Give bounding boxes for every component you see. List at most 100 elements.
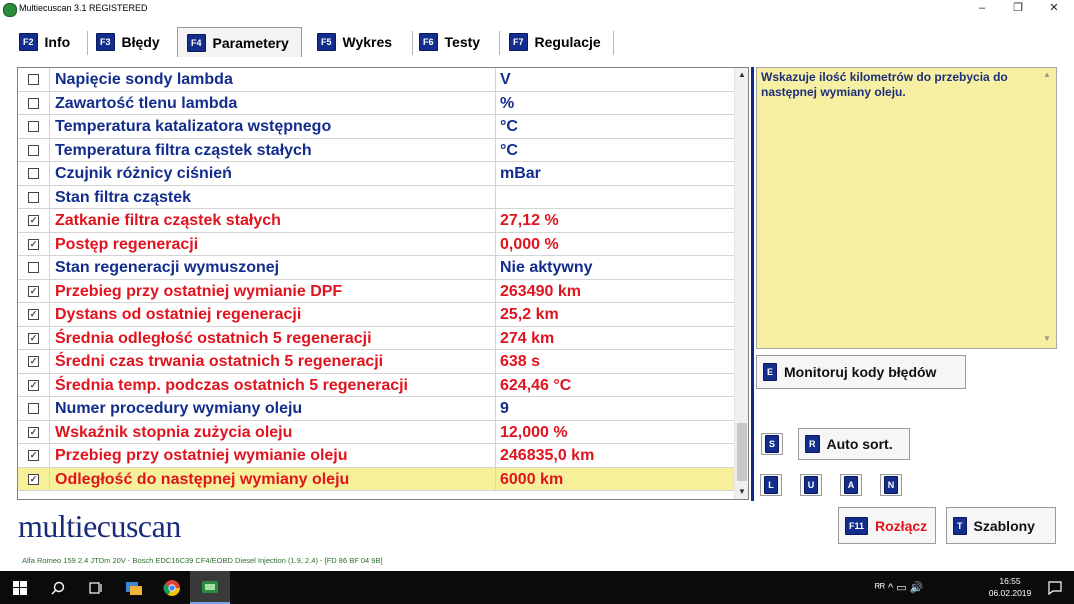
table-row[interactable]: ✓ Średnia temp. podczas ostatnich 5 regen…: [18, 373, 734, 397]
tab-parameters[interactable]: F4 Parametery: [177, 27, 302, 57]
tab-chart[interactable]: F5 Wykres: [312, 27, 412, 57]
search-icon[interactable]: [38, 571, 78, 604]
task-view-icon[interactable]: [76, 571, 116, 604]
key-badge: F11: [845, 516, 869, 535]
scroll-up-icon[interactable]: ▲: [735, 68, 748, 82]
multiecuscan-taskbar-icon[interactable]: [190, 571, 230, 604]
templates-button[interactable]: T Szablony: [946, 507, 1056, 544]
checkbox-checked-icon[interactable]: ✓: [28, 356, 39, 367]
table-row[interactable]: Stan regeneracji wymuszonej Nie aktywny: [18, 256, 734, 280]
panel-divider[interactable]: [751, 67, 754, 501]
maximize-button[interactable]: ❐: [1000, 0, 1036, 18]
table-row[interactable]: ✓ Odległość do następnej wymiany oleju 600…: [18, 467, 734, 491]
column-divider: [495, 68, 496, 91]
checkbox-icon[interactable]: [28, 144, 39, 156]
table-row[interactable]: Temperatura filtra cząstek stałych °C: [18, 138, 734, 162]
checkbox-cell: ✓: [18, 420, 50, 444]
key-u-button[interactable]: U: [800, 474, 822, 496]
checkbox-checked-icon[interactable]: ✓: [28, 285, 39, 297]
scroll-up-icon[interactable]: ▲: [1043, 70, 1051, 79]
table-row[interactable]: Numer procedury wymiany oleju 9: [18, 397, 734, 421]
checkbox-checked-icon[interactable]: ✓: [28, 309, 39, 320]
checkbox-cell: ✓: [18, 209, 50, 232]
column-divider: [495, 397, 496, 420]
table-row[interactable]: Temperatura katalizatora wstępnego °C: [18, 115, 734, 139]
checkbox-cell: [18, 138, 50, 162]
checkbox-icon[interactable]: [28, 191, 39, 203]
column-divider: [495, 232, 496, 256]
table-row[interactable]: Czujnik różnicy ciśnień mBar: [18, 162, 734, 186]
checkbox-checked-icon[interactable]: ✓: [28, 450, 39, 461]
checkbox-icon[interactable]: [28, 97, 39, 109]
checkbox-icon[interactable]: [28, 74, 39, 85]
checkbox-cell: [18, 115, 50, 138]
table-row[interactable]: ✓ Przebieg przy ostatniej wymianie oleju 2…: [18, 444, 734, 468]
checkbox-cell: ✓: [18, 326, 50, 350]
tab-divider: [412, 31, 413, 55]
key-a-button[interactable]: A: [840, 474, 862, 496]
checkbox-checked-icon[interactable]: ✓: [28, 238, 39, 250]
key-badge: N: [883, 476, 899, 494]
taskbar: ᴿᴿ ^ ▭ 🔊 16:55 06.02.2019: [0, 571, 1074, 604]
parameter-name: Numer procedury wymiany oleju: [55, 400, 303, 417]
tab-adjustments[interactable]: F7 Regulacje: [503, 27, 613, 57]
parameter-name: Dystans od ostatniej regeneracji: [55, 306, 302, 323]
checkbox-checked-icon[interactable]: ✓: [28, 473, 39, 485]
parameter-name: Czujnik różnicy ciśnień: [55, 165, 232, 182]
windows-start-icon[interactable]: [0, 571, 40, 604]
table-row[interactable]: ✓ Wskaźnik stopnia zużycia oleju 12,000 %: [18, 420, 734, 444]
table-row[interactable]: Zawartość tlenu lambda%: [18, 91, 734, 115]
table-row[interactable]: ✓ Przebieg przy ostatniej wymianie DPF 263…: [18, 279, 734, 303]
table-row[interactable]: ✓ Średni czas trwania ostatnich 5 regener…: [18, 350, 734, 374]
checkbox-checked-icon[interactable]: ✓: [28, 426, 39, 438]
chrome-icon[interactable]: [152, 571, 192, 604]
tab-divider: [499, 31, 500, 55]
checkbox-icon[interactable]: [28, 121, 39, 132]
sort-key-button[interactable]: S: [761, 433, 783, 455]
system-tray[interactable]: ᴿᴿ ^ ▭ 🔊: [875, 571, 923, 604]
table-row[interactable]: ✓ Średnia odległość ostatnich 5 regenerac…: [18, 326, 734, 350]
parameter-value: 6000 km: [500, 470, 564, 488]
checkbox-checked-icon[interactable]: ✓: [28, 332, 39, 344]
checkbox-checked-icon[interactable]: ✓: [28, 215, 39, 226]
table-row[interactable]: ✓ Zatkanie filtra cząstek stałych 27,12 %: [18, 209, 734, 233]
parameter-name: Stan filtra cząstek: [55, 188, 192, 206]
key-badge: F4: [187, 33, 206, 52]
parameter-name: Postęp regeneracji: [55, 235, 199, 253]
tab-info[interactable]: F2 Info: [11, 27, 79, 57]
minimize-button[interactable]: –: [964, 0, 1000, 18]
tab-errors[interactable]: F3 Błędy: [91, 27, 175, 57]
checkbox-icon[interactable]: [28, 403, 39, 414]
key-badge: F5: [317, 33, 336, 51]
disconnect-button[interactable]: F11 Rozłącz: [838, 507, 936, 544]
parameter-value: 638 s: [500, 353, 541, 370]
table-row[interactable]: Napięcie sondy lambda V: [18, 68, 734, 92]
column-divider: [495, 444, 496, 467]
checkbox-icon[interactable]: [28, 262, 39, 273]
table-row[interactable]: ✓ Dystans od ostatniej regeneracji 25,2 km: [18, 303, 734, 327]
key-badge: U: [803, 476, 819, 494]
clock[interactable]: 16:55 06.02.2019: [985, 575, 1035, 599]
notification-icon[interactable]: [1040, 571, 1070, 604]
app-shortcut-icon[interactable]: [114, 571, 154, 604]
parameter-value: 263490 km: [500, 282, 581, 300]
column-divider: [495, 279, 496, 303]
column-divider: [495, 467, 496, 491]
table-row[interactable]: ✓ Postęp regeneracji 0,000 %: [18, 232, 734, 256]
parameter-name: Temperatura filtra cząstek stałych: [55, 141, 312, 159]
close-button[interactable]: ✕: [1036, 0, 1072, 18]
table-row[interactable]: Stan filtra cząstek: [18, 185, 734, 209]
key-l-button[interactable]: L: [760, 474, 782, 496]
checkbox-icon[interactable]: [28, 168, 39, 179]
key-n-button[interactable]: N: [880, 474, 902, 496]
tab-tests[interactable]: F6 Testy: [415, 27, 499, 57]
auto-sort-button[interactable]: R Auto sort.: [798, 428, 910, 460]
scrollbar[interactable]: ▲ ▼: [734, 68, 748, 499]
scroll-down-icon[interactable]: ▼: [735, 485, 748, 499]
scroll-down-icon[interactable]: ▼: [1043, 334, 1051, 343]
key-badge: F6: [419, 33, 438, 51]
monitor-error-codes-button[interactable]: E Monitoruj kody błędów: [756, 355, 966, 389]
scroll-thumb[interactable]: [737, 423, 747, 481]
checkbox-checked-icon[interactable]: ✓: [28, 379, 39, 391]
tab-divider: [87, 31, 88, 55]
